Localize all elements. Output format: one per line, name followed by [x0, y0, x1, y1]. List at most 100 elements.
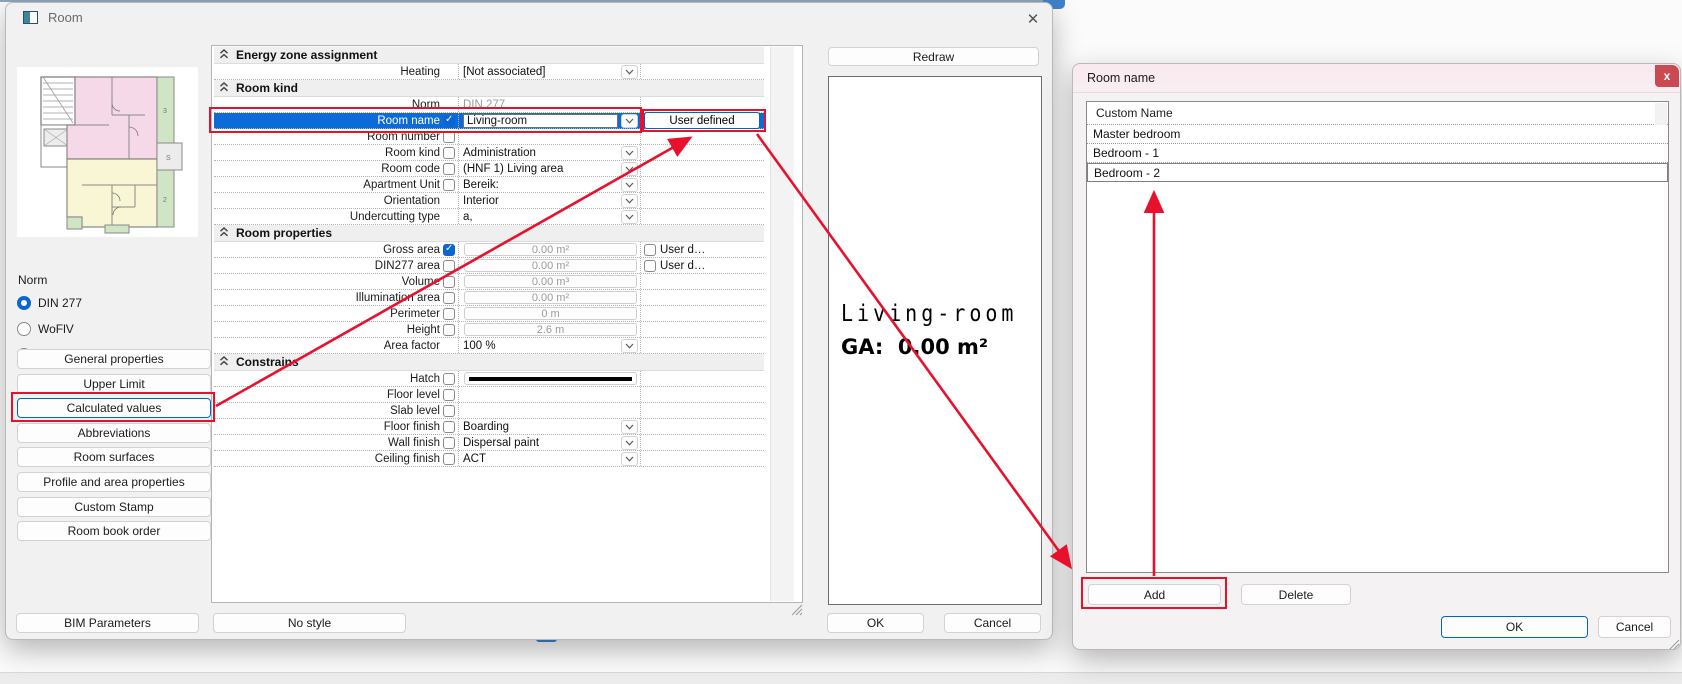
close-icon[interactable]: x: [1655, 65, 1679, 87]
sidebar-button-profile-and-area-properties[interactable]: Profile and area properties: [17, 472, 211, 492]
grid-row-height[interactable]: Height 2.6 m: [214, 322, 764, 338]
grid-row-room-number[interactable]: Room number: [214, 129, 764, 145]
grid-row-din277-area[interactable]: DIN277 area 0.00 m² User d…: [214, 258, 764, 274]
room-name-titlebar[interactable]: Room name x: [1073, 64, 1680, 93]
row-checkbox[interactable]: [443, 114, 455, 127]
cancel-button[interactable]: Cancel: [1598, 616, 1671, 638]
stamp-preview: Living-room GA: 0.00 m²: [828, 76, 1042, 605]
radio-option-din-277[interactable]: DIN 277: [17, 295, 82, 311]
checkbox-slot: [440, 146, 458, 159]
chevron-down-icon[interactable]: [621, 435, 638, 450]
ok-button[interactable]: OK: [827, 613, 924, 633]
grid-row-undercutting-type[interactable]: Undercutting type a,: [214, 209, 764, 225]
sidebar-button-room-surfaces[interactable]: Room surfaces: [17, 447, 211, 468]
chevron-down-icon[interactable]: [621, 419, 638, 434]
sidebar-button-general-properties[interactable]: General properties: [17, 349, 211, 369]
row-checkbox[interactable]: [443, 243, 455, 256]
delete-button[interactable]: Delete: [1241, 584, 1351, 605]
radio-icon[interactable]: [17, 296, 31, 310]
row-checkbox[interactable]: [443, 291, 455, 304]
row-checkbox[interactable]: [443, 436, 455, 449]
list-item[interactable]: Master bedroom: [1087, 125, 1668, 144]
row-checkbox[interactable]: [443, 146, 455, 159]
add-button[interactable]: Add: [1088, 584, 1221, 605]
row-checkbox[interactable]: [443, 452, 455, 465]
row-checkbox[interactable]: [443, 372, 455, 385]
chevron-down-icon[interactable]: [621, 338, 638, 353]
list-item[interactable]: Bedroom - 2: [1087, 163, 1668, 182]
sidebar-button-upper-limit[interactable]: Upper Limit: [17, 373, 211, 394]
grid-row-area-factor[interactable]: Area factor 100 %: [214, 338, 764, 354]
radio-icon[interactable]: [17, 322, 31, 336]
grid-row-room-name[interactable]: Room name Living-room User defined: [214, 112, 764, 129]
grid-section-header[interactable]: Energy zone assignment: [214, 47, 764, 64]
grid-row-gross-area[interactable]: Gross area 0.00 m² User d…: [214, 242, 764, 258]
list-item[interactable]: Bedroom - 1: [1087, 144, 1668, 163]
row-checkbox[interactable]: [443, 178, 455, 191]
grid-row-hatch[interactable]: Hatch: [214, 371, 764, 387]
grid-row-heating[interactable]: Heating [Not associated]: [214, 64, 764, 80]
chevron-down-icon[interactable]: [621, 64, 638, 79]
second-column: [640, 145, 764, 160]
ok-button[interactable]: OK: [1441, 616, 1588, 638]
grid-section-header[interactable]: Constrains: [214, 354, 764, 371]
grid-row-volume[interactable]: Volume 0.00 m³: [214, 274, 764, 290]
chevron-down-icon[interactable]: [621, 113, 638, 128]
redraw-button[interactable]: Redraw: [828, 47, 1039, 66]
grid-section-header[interactable]: Room properties: [214, 225, 764, 242]
grid-resize-grip-icon[interactable]: [790, 603, 803, 616]
grid-row-floor-level[interactable]: Floor level: [214, 387, 764, 403]
chevron-down-icon[interactable]: [621, 209, 638, 224]
row-checkbox[interactable]: [443, 259, 455, 272]
row-checkbox[interactable]: [443, 130, 455, 143]
grid-row-floor-finish[interactable]: Floor finish Boarding: [214, 419, 764, 435]
grid-row-room-kind[interactable]: Room kind Administration: [214, 145, 764, 161]
hatch-swatch[interactable]: [464, 372, 637, 385]
chevron-down-icon[interactable]: [621, 145, 638, 160]
chevron-down-icon[interactable]: [621, 161, 638, 176]
second-column: [640, 306, 764, 321]
grid-row-wall-finish[interactable]: Wall finish Dispersal paint: [214, 435, 764, 451]
list-scrollbar-track[interactable]: [1655, 103, 1667, 125]
row-checkbox[interactable]: [443, 323, 455, 336]
value-cell: 0.00 m²: [458, 242, 640, 257]
grid-row-room-code[interactable]: Room code (HNF 1) Living area: [214, 161, 764, 177]
chevron-down-icon[interactable]: [621, 177, 638, 192]
radio-option-woflv[interactable]: WoFlV: [17, 321, 74, 337]
floor-plan-thumbnail: 3 S 2: [17, 67, 198, 237]
grid-section-header[interactable]: Room kind: [214, 80, 764, 97]
collapse-icon: [219, 355, 229, 369]
row-checkbox[interactable]: [443, 404, 455, 417]
sidebar-button-calculated-values[interactable]: Calculated values: [17, 398, 211, 419]
value-input[interactable]: Living-room: [463, 113, 618, 128]
close-icon[interactable]: ✕: [1016, 7, 1050, 31]
grid-scrollbar-track[interactable]: [770, 47, 794, 601]
grid-row-ceiling-finish[interactable]: Ceiling finish ACT: [214, 451, 764, 467]
row-checkbox[interactable]: [443, 275, 455, 288]
row-checkbox[interactable]: [443, 420, 455, 433]
grid-row-perimeter[interactable]: Perimeter 0 m: [214, 306, 764, 322]
row-checkbox[interactable]: [443, 307, 455, 320]
dialog-resize-grip-icon[interactable]: [1667, 638, 1680, 650]
room-dialog-titlebar[interactable]: Room ✕: [6, 3, 1052, 33]
cancel-button[interactable]: Cancel: [944, 613, 1041, 633]
user-defined-button[interactable]: User defined: [644, 112, 760, 129]
no-style-button[interactable]: No style: [213, 613, 406, 633]
sidebar-button-custom-stamp[interactable]: Custom Stamp: [17, 496, 211, 517]
chevron-down-icon[interactable]: [621, 451, 638, 466]
grid-row-norm[interactable]: Norm DIN 277: [214, 97, 764, 113]
grid-row-illumination-area[interactable]: Illumination area 0.00 m²: [214, 290, 764, 306]
sidebar-button-abbreviations[interactable]: Abbreviations: [17, 422, 211, 443]
grid-row-apartment-unit[interactable]: Apartment Unit Bereik:: [214, 177, 764, 193]
grid-row-orientation[interactable]: Orientation Interior: [214, 193, 764, 209]
row-checkbox[interactable]: [443, 162, 455, 175]
radio-label: WoFlV: [38, 322, 74, 336]
grid-row-slab-level[interactable]: Slab level: [214, 403, 764, 419]
second-column: [640, 371, 764, 386]
row-checkbox[interactable]: [443, 388, 455, 401]
user-defined-checkbox[interactable]: [644, 259, 656, 272]
sidebar-button-room-book-order[interactable]: Room book order: [17, 521, 211, 542]
user-defined-checkbox[interactable]: [644, 243, 656, 256]
chevron-down-icon[interactable]: [621, 193, 638, 208]
bim-parameters-button[interactable]: BIM Parameters: [16, 613, 199, 633]
